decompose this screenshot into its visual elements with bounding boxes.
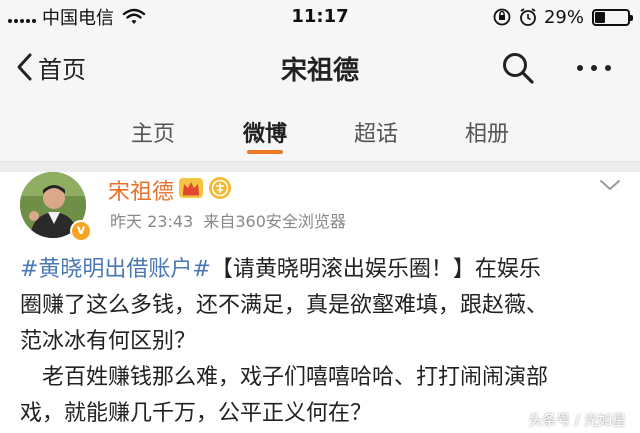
battery-percent: 29% [543,6,584,28]
orientation-lock-icon [493,8,511,26]
section-divider [0,162,640,172]
post-line-1: #黄晓明出借账户#【请黄晓明滚出娱乐圈！】在娱乐 [20,252,630,288]
tab-super-topic[interactable]: 超话 [336,116,416,148]
status-right: 29% [492,6,633,28]
search-icon[interactable] [500,50,536,86]
post-content: #黄晓明出借账户#【请黄晓明滚出娱乐圈！】在娱乐 圈赚了这么多钱，还不满足，真是… [20,252,630,432]
back-button[interactable]: 首页 [14,48,86,86]
post-source: 来自360安全浏览器 [203,212,346,231]
nav-bar: 首页 宋祖德 [0,36,640,98]
crown-icon [179,178,203,198]
page-title: 宋祖德 [280,56,359,86]
post-line-3: 范冰冰有何区别？ [20,329,197,354]
more-icon[interactable] [572,50,616,86]
post-line-2: 圈赚了这么多钱，还不满足，真是欲壑难填，跟赵薇、 [20,293,549,318]
active-tab-indicator [247,150,283,154]
battery-fill [595,11,605,23]
tab-home[interactable]: 主页 [113,116,193,148]
post-line-4: 老百姓赚钱那么难，戏子们嘻嘻哈哈、打打闹闹演部 [42,365,549,390]
post-author[interactable]: 宋祖德 [108,174,174,206]
verified-badge: v [70,220,92,242]
back-chevron-icon [17,53,32,81]
battery-icon [592,8,633,26]
alarm-icon [520,8,536,26]
post-time: 昨天 23:43 [110,212,194,231]
hashtag-link[interactable]: #黄晓明出借账户# [20,257,211,282]
tab-weibo[interactable]: 微博 [225,116,305,148]
tab-album[interactable]: 相册 [447,116,527,148]
profile-tabs: 主页 微博 超话 相册 [0,98,640,162]
back-label: 首页 [38,55,86,84]
chevron-down-icon[interactable] [598,176,622,194]
watermark: 头条号 / 光如星 [528,413,626,429]
post-meta: 昨天 23:43 来自360安全浏览器 [110,208,346,232]
status-bar: 中国电信 11:17 29% [0,0,640,36]
medal-icon [209,177,231,199]
post-line-1-text: 【请黄晓明滚出娱乐圈！】在娱乐 [210,257,541,282]
